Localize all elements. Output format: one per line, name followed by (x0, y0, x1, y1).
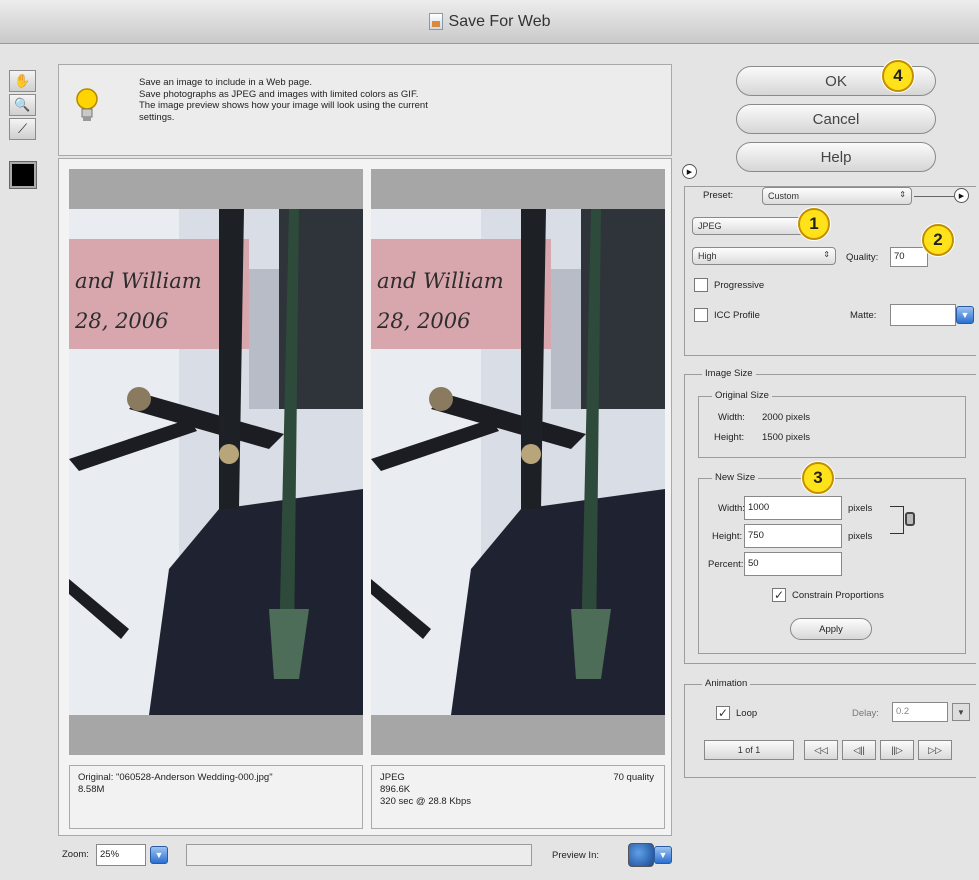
optimized-caption: JPEG 896.6K 320 sec @ 28.8 Kbps 70 quali… (371, 765, 665, 829)
quality-level-select[interactable]: High ⇕ (692, 247, 836, 265)
animation-group (684, 684, 976, 778)
document-icon (428, 13, 443, 30)
callout-badge-2: 2 (922, 224, 954, 256)
matte-select[interactable] (890, 304, 956, 326)
original-size: 8.58M (78, 784, 105, 795)
delay-dropdown-icon[interactable]: ▼ (952, 703, 970, 721)
constrain-proportions-label: Constrain Proportions (792, 590, 884, 601)
last-frame-button[interactable]: ▷▷ (918, 740, 952, 760)
original-preview-pane[interactable]: and William 28, 2006 (69, 169, 363, 755)
icc-profile-label: ICC Profile (714, 310, 760, 321)
orig-height-label: Height: (714, 432, 745, 443)
orig-height-value: 1500 pixels (762, 432, 811, 443)
preset-label: Preset: (700, 190, 737, 201)
browser-globe-icon[interactable] (628, 843, 654, 867)
callout-badge-1: 1 (798, 208, 830, 240)
lightbulb-icon (76, 88, 98, 121)
preset-value: Custom (768, 191, 800, 201)
info-line: Save photographs as JPEG and images with… (139, 88, 419, 100)
optimize-menu-icon[interactable]: ▶ (954, 188, 969, 203)
hand-tool-icon[interactable]: ✋ (9, 70, 36, 92)
zoom-tool-icon[interactable]: 🔍 (9, 94, 36, 116)
orig-width-value: 2000 pixels (762, 412, 811, 423)
icc-profile-checkbox[interactable] (694, 308, 708, 322)
zoom-dropdown-icon[interactable]: ▼ (150, 846, 168, 864)
preset-line (914, 196, 954, 197)
original-caption: Original: "060528-Anderson Wedding-000.j… (69, 765, 363, 829)
height-input[interactable]: 750 (744, 524, 842, 548)
new-size-title: New Size (712, 472, 759, 483)
width-input[interactable]: 1000 (744, 496, 842, 520)
format-value: JPEG (698, 221, 722, 231)
width-label: Width: (718, 503, 745, 514)
callout-badge-4: 4 (882, 60, 914, 92)
overlay-text-2: 28, 2006 (75, 309, 169, 333)
orig-width-label: Width: (718, 412, 745, 423)
quality-caption: 70 quality (613, 772, 654, 783)
preview-in-label: Preview In: (552, 850, 599, 861)
status-bar (186, 844, 532, 866)
cancel-button[interactable]: Cancel (736, 104, 936, 134)
download-time: 320 sec @ 28.8 Kbps (380, 796, 471, 807)
help-button[interactable]: Help (736, 142, 936, 172)
chain-link-icon (905, 512, 915, 526)
info-panel: Save an image to include in a Web page. … (58, 64, 672, 156)
window-title: Save For Web (448, 12, 551, 30)
quality-label: Quality: (846, 252, 879, 263)
original-size-group (698, 396, 966, 458)
progressive-label: Progressive (714, 280, 765, 291)
percent-input[interactable]: 50 (744, 552, 842, 576)
overlay-text-2: 28, 2006 (377, 309, 471, 333)
animation-title: Animation (702, 678, 751, 689)
delay-label: Delay: (852, 708, 879, 719)
previous-frame-button[interactable]: ◁|| (842, 740, 876, 760)
constrain-proportions-checkbox[interactable]: ✓ (772, 588, 786, 602)
overlay-text-1: and William (75, 269, 202, 293)
percent-label: Percent: (708, 559, 744, 570)
delay-input[interactable]: 0.2 (892, 702, 948, 722)
callout-badge-3: 3 (802, 462, 834, 494)
height-label: Height: (712, 531, 743, 542)
next-frame-button[interactable]: ||▷ (880, 740, 914, 760)
optimized-size: 896.6K (380, 784, 411, 795)
zoom-input[interactable]: 25% (96, 844, 146, 866)
quality-input[interactable]: 70 (890, 247, 928, 267)
updown-arrows-icon: ⇕ (899, 190, 906, 199)
image-size-title: Image Size (702, 368, 756, 379)
overlay-text-1: and William (377, 269, 504, 293)
info-text: Save an image to include in a Web page. … (139, 77, 569, 123)
matte-dropdown-icon[interactable]: ▼ (956, 306, 974, 324)
original-size-title: Original Size (712, 390, 772, 401)
zoom-label: Zoom: (62, 849, 89, 860)
quality-level-value: High (698, 251, 717, 261)
info-line: Save an image to include in a Web page. (139, 77, 313, 88)
title-bar: Save For Web (0, 0, 979, 44)
browser-dropdown-icon[interactable]: ▼ (654, 846, 672, 864)
link-bracket (890, 506, 904, 534)
first-frame-button[interactable]: ◁◁ (804, 740, 838, 760)
loop-checkbox[interactable]: ✓ (716, 706, 730, 720)
format-select[interactable]: JPEG ⇕ (692, 217, 812, 235)
settings-group (684, 186, 976, 356)
progressive-checkbox[interactable] (694, 278, 708, 292)
preset-select[interactable]: Custom ⇕ (762, 187, 912, 205)
eyedropper-color-swatch[interactable] (9, 161, 37, 189)
updown-arrows-icon: ⇕ (823, 250, 830, 259)
matte-label: Matte: (850, 310, 877, 321)
height-unit: pixels (848, 531, 873, 542)
frame-counter: 1 of 1 (704, 740, 794, 760)
loop-label: Loop (736, 708, 758, 719)
info-line: The image preview shows how your image w… (139, 100, 428, 111)
expand-preview-icon[interactable]: ▶ (682, 164, 697, 179)
preview-area: and William 28, 2006 and William 28, 200… (58, 158, 672, 836)
original-filename: Original: "060528-Anderson Wedding-000.j… (78, 772, 273, 783)
optimized-preview-pane[interactable]: and William 28, 2006 (371, 169, 665, 755)
apply-button[interactable]: Apply (790, 618, 872, 640)
info-line: settings. (139, 111, 175, 123)
width-unit: pixels (848, 503, 873, 514)
eyedropper-tool-icon[interactable]: ⟋ (9, 118, 36, 140)
